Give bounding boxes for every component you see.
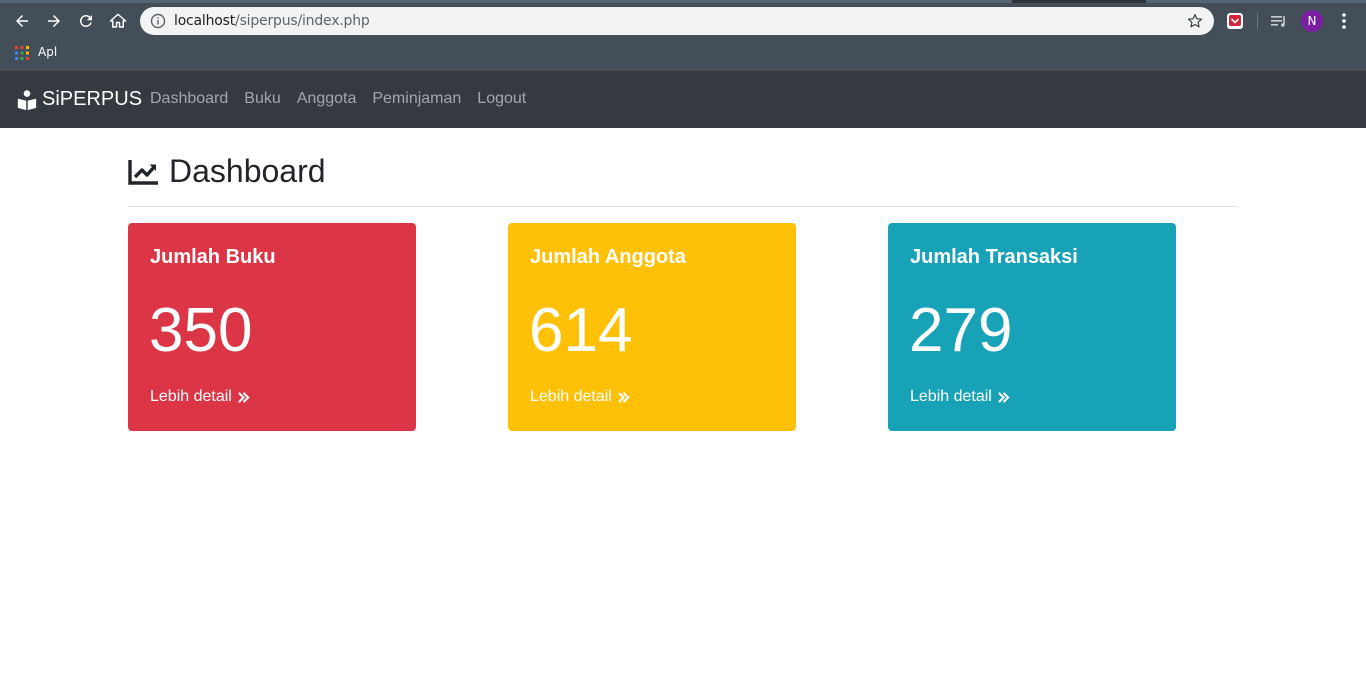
main-nav: Dashboard Buku Anggota Peminjaman Logout [150,90,542,108]
card-value: 614 [529,296,633,365]
active-tab-edge [0,0,1012,3]
card-title: Jumlah Transaksi [910,246,1078,268]
nav-link-dashboard[interactable]: Dashboard [150,90,228,108]
forward-button[interactable] [42,9,66,33]
card-link-label: Lebih detail [910,388,992,405]
stat-card-anggota: Jumlah Anggota 614 Lebih detail [508,223,796,431]
reload-button[interactable] [74,9,98,33]
url-host: localhost [174,13,236,29]
bookmark-apps-label[interactable]: Apl [38,45,57,59]
double-chevron-right-icon [617,391,630,403]
card-detail-link[interactable]: Lebih detail [530,388,630,406]
card-value: 350 [149,296,253,365]
arrow-left-icon [16,15,28,27]
card-detail-link[interactable]: Lebih detail [150,388,250,406]
more-vertical-icon[interactable] [1335,11,1353,31]
stat-card-transaksi: Jumlah Transaksi 279 Lebih detail [888,223,1176,431]
card-value: 279 [909,296,1013,365]
brand-label: SiPERPUS [42,88,143,110]
arrow-right-icon [48,15,60,27]
url-path: /siperpus/index.php [235,13,370,29]
double-chevron-right-icon [997,391,1010,403]
toolbar-separator [1257,13,1258,29]
card-title: Jumlah Anggota [530,246,686,268]
page-title-text: Dashboard [169,153,326,189]
card-link-label: Lebih detail [150,388,232,405]
title-divider [128,206,1238,207]
card-link-label: Lebih detail [530,388,612,405]
double-chevron-right-icon [237,391,250,403]
nav-link-peminjaman[interactable]: Peminjaman [372,90,461,108]
pocket-extension-icon[interactable] [1226,12,1244,30]
chart-line-icon [128,159,158,185]
home-icon [109,13,127,28]
nav-link-anggota[interactable]: Anggota [297,90,357,108]
address-bar[interactable]: localhost/siperpus/index.php [140,7,1214,35]
inactive-tab-edge [1146,0,1366,3]
nav-link-logout[interactable]: Logout [477,90,526,108]
stat-card-buku: Jumlah Buku 350 Lebih detail [128,223,416,431]
back-button[interactable] [10,9,34,33]
card-detail-link[interactable]: Lebih detail [910,388,1010,406]
profile-avatar[interactable]: N [1301,10,1323,32]
book-reader-icon [17,89,37,110]
home-button[interactable] [106,9,130,33]
card-title: Jumlah Buku [150,246,276,268]
navbar-brand[interactable]: SiPERPUS [16,88,142,111]
page-title: Dashboard [128,153,326,190]
address-url[interactable]: localhost/siperpus/index.php [174,13,370,29]
browser-chrome: localhost/siperpus/index.php N Apl [0,0,1366,71]
star-icon[interactable] [1186,12,1204,30]
nav-link-buku[interactable]: Buku [244,90,280,108]
info-icon[interactable] [150,13,166,29]
apps-grid-icon[interactable] [15,46,29,60]
media-queue-icon[interactable] [1270,12,1288,30]
reload-icon [79,14,92,27]
